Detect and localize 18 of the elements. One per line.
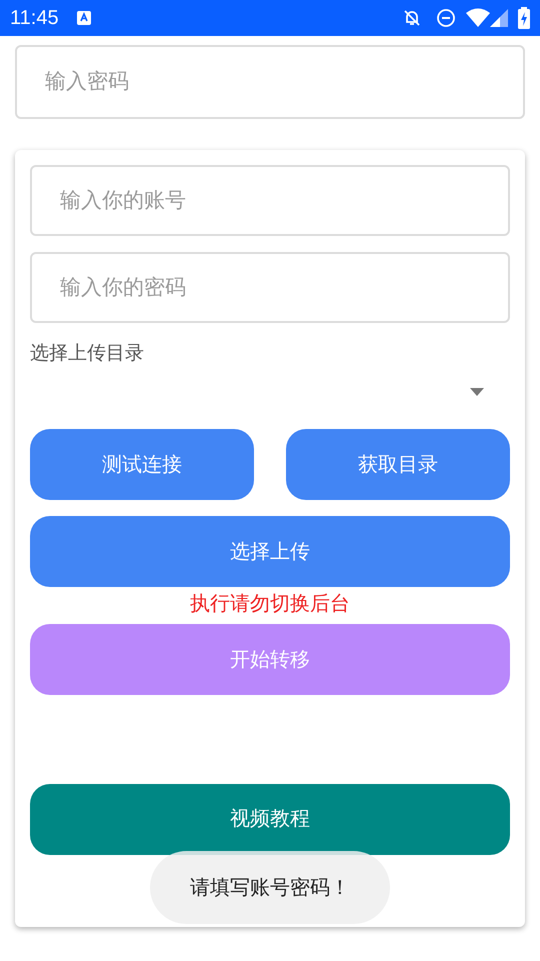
muted-bell-icon	[402, 8, 422, 28]
upload-button[interactable]: 选择上传	[30, 516, 510, 587]
status-time: 11:45	[10, 6, 59, 31]
dropdown-arrow-icon	[470, 388, 484, 396]
account-field[interactable]: 输入你的账号	[30, 165, 510, 236]
keyboard-app-icon	[76, 11, 91, 25]
do-not-disturb-icon	[436, 8, 456, 28]
tutorial-button[interactable]: 视频教程	[30, 784, 510, 855]
transfer-button[interactable]: 开始转移	[30, 624, 510, 695]
password-field[interactable]: 输入密码	[15, 45, 525, 119]
toast: 请填写账号密码！	[150, 851, 390, 924]
warning-text: 执行请勿切换后台	[190, 592, 350, 617]
password-field[interactable]: 输入你的密码	[30, 252, 510, 323]
get-directory-button[interactable]: 获取目录	[286, 429, 510, 500]
signal-icon	[490, 9, 508, 27]
directory-label: 选择上传目录	[30, 342, 145, 366]
battery-icon	[518, 7, 530, 29]
test-connection-button[interactable]: 测试连接	[30, 429, 254, 500]
